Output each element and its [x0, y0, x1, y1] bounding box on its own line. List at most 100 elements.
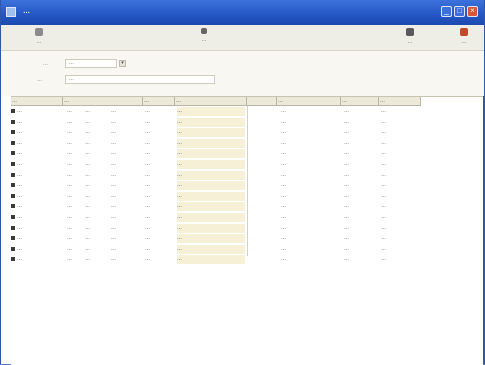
table-cell: …: [177, 107, 245, 116]
table-row[interactable]: ………………………: [11, 212, 421, 223]
table-cell: …: [177, 255, 245, 265]
table-row[interactable]: ………………………: [11, 244, 421, 255]
table-cell: …: [145, 161, 150, 167]
maximize-icon: □: [457, 6, 462, 15]
table-cell: …: [381, 108, 386, 114]
table-row[interactable]: ………………………: [11, 170, 421, 181]
table-cell: …: [85, 245, 90, 252]
minimize-button[interactable]: _: [441, 6, 452, 17]
toolbar-right-button-1[interactable]: …: [398, 28, 422, 45]
table-row[interactable]: ………………………: [11, 148, 421, 159]
table-cell: …: [85, 171, 90, 178]
table-cell: …: [17, 139, 22, 146]
column-header[interactable]: …: [63, 97, 143, 105]
row-selector[interactable]: [11, 236, 15, 241]
table-cell: …: [381, 192, 386, 199]
column-header[interactable]: …: [277, 97, 341, 105]
row-selector[interactable]: [11, 119, 15, 124]
table-cell: …: [85, 150, 90, 157]
toolbar-right-button-2[interactable]: …: [452, 28, 476, 45]
table-cell: …: [281, 224, 286, 231]
column-header[interactable]: …: [11, 97, 63, 105]
table-row[interactable]: ………………………: [11, 117, 421, 128]
window-title: …: [23, 8, 30, 15]
close-button[interactable]: ×: [467, 6, 478, 17]
table-cell: …: [281, 129, 286, 136]
table-row[interactable]: ………………………: [11, 138, 421, 149]
table-cell: …: [344, 214, 349, 220]
door-exit-icon: [460, 28, 468, 36]
table-cell: …: [111, 139, 116, 146]
table-cell: …: [111, 161, 116, 167]
table-cell: …: [111, 182, 116, 189]
table-cell: …: [111, 118, 116, 125]
row-selector[interactable]: [11, 246, 15, 251]
table-cell: …: [381, 224, 386, 231]
toolbar-left-button[interactable]: …: [27, 28, 51, 45]
filter-input-2[interactable]: …: [65, 75, 215, 84]
filter-select-1[interactable]: …: [65, 59, 117, 68]
table-cell: …: [67, 203, 72, 210]
chevron-down-icon[interactable]: ▾: [119, 60, 126, 67]
table-cell: …: [145, 256, 150, 263]
toolbar-left-label: …: [36, 39, 42, 45]
grid-header: … … … … … … …: [11, 97, 421, 106]
row-selector[interactable]: [11, 204, 15, 209]
column-header[interactable]: …: [175, 97, 247, 105]
table-cell: …: [381, 161, 386, 167]
table-cell: …: [111, 108, 116, 114]
table-cell: …: [111, 192, 116, 199]
toolbar-center-button[interactable]: …: [192, 28, 216, 43]
table-cell: …: [177, 138, 245, 148]
table-cell: …: [281, 256, 286, 263]
table-cell: …: [281, 118, 286, 125]
column-header[interactable]: …: [379, 97, 421, 105]
table-row[interactable]: ………………………: [11, 233, 421, 244]
row-selector[interactable]: [11, 193, 15, 198]
table-cell: …: [67, 161, 72, 167]
table-row[interactable]: ………………………: [11, 180, 421, 191]
table-cell: …: [17, 235, 22, 242]
table-cell: …: [111, 235, 116, 242]
row-selector[interactable]: [11, 151, 15, 156]
table-cell: …: [17, 161, 22, 167]
table-row[interactable]: ………………………: [11, 106, 421, 117]
row-selector[interactable]: [11, 109, 15, 113]
data-grid: … … … … … … … ………………………………………………………………………: [11, 96, 483, 365]
row-selector[interactable]: [11, 183, 15, 188]
table-cell: …: [381, 129, 386, 136]
table-cell: …: [381, 171, 386, 178]
table-row[interactable]: ………………………: [11, 159, 421, 170]
table-row[interactable]: ………………………: [11, 127, 421, 138]
table-cell: …: [67, 192, 72, 199]
table-cell: …: [344, 245, 349, 252]
row-selector[interactable]: [11, 172, 15, 177]
row-selector[interactable]: [11, 215, 15, 219]
table-row[interactable]: ………………………: [11, 201, 421, 212]
column-header[interactable]: [247, 97, 277, 105]
row-selector[interactable]: [11, 140, 15, 145]
table-cell: …: [67, 150, 72, 157]
row-selector[interactable]: [11, 257, 15, 262]
row-selector[interactable]: [11, 162, 15, 166]
table-cell: …: [381, 214, 386, 220]
row-selector[interactable]: [11, 130, 15, 135]
table-cell: …: [177, 170, 245, 180]
table-cell: …: [344, 235, 349, 242]
column-header[interactable]: …: [341, 97, 379, 105]
table-cell: …: [17, 129, 22, 136]
filter-panel: … … ▾ … …: [1, 51, 484, 96]
table-row[interactable]: ………………………: [11, 223, 421, 234]
table-row[interactable]: ………………………: [11, 254, 421, 265]
table-cell: …: [177, 223, 245, 233]
table-cell: …: [281, 150, 286, 157]
table-cell: …: [381, 139, 386, 146]
row-selector[interactable]: [11, 225, 15, 230]
table-cell: …: [85, 214, 90, 220]
table-cell: …: [67, 118, 72, 125]
maximize-button[interactable]: □: [454, 6, 465, 17]
column-header[interactable]: …: [143, 97, 175, 105]
table-cell: …: [344, 129, 349, 136]
title-bar[interactable]: … _ □ ×: [1, 0, 484, 25]
table-row[interactable]: ………………………: [11, 191, 421, 202]
